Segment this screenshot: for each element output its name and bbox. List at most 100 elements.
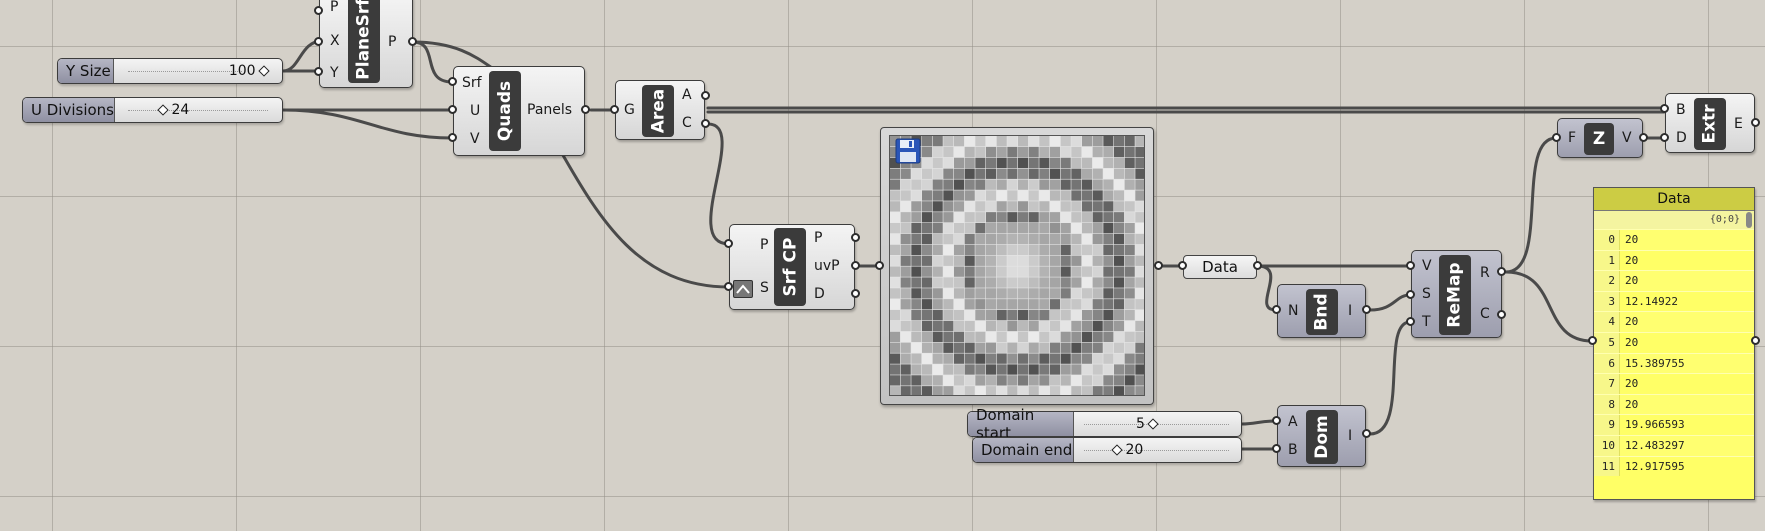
preview-box	[986, 331, 997, 343]
preview-box	[964, 146, 975, 158]
pin[interactable]	[851, 261, 860, 270]
z-component[interactable]: F Z V	[1557, 118, 1643, 158]
pin[interactable]	[1362, 305, 1371, 314]
preview-box	[1050, 244, 1061, 256]
preview-viewer[interactable]	[880, 127, 1154, 405]
preview-box	[1071, 179, 1082, 190]
preview-box	[986, 136, 997, 147]
input-p: P	[760, 237, 769, 253]
dom-component[interactable]: A B Dom I	[1277, 405, 1366, 467]
panel-row: 11 12.917595	[1594, 455, 1754, 477]
slider-track[interactable]	[1084, 450, 1229, 451]
preview-box	[986, 386, 997, 395]
pin[interactable]	[1639, 133, 1648, 142]
save-disk-icon[interactable]	[895, 138, 921, 164]
slider-track[interactable]	[128, 71, 242, 72]
slider-grip-icon[interactable]	[258, 65, 270, 77]
pin[interactable]	[1406, 261, 1415, 270]
preview-box	[1103, 331, 1114, 343]
pin[interactable]	[1272, 444, 1281, 453]
pin[interactable]	[408, 37, 417, 46]
pin[interactable]	[610, 105, 619, 114]
planesrf-component[interactable]: P X Y PlaneSrf P	[319, 0, 413, 88]
preview-box	[900, 353, 911, 364]
pin[interactable]	[851, 233, 860, 242]
pin[interactable]	[1272, 416, 1281, 425]
pin[interactable]	[448, 77, 457, 86]
pin[interactable]	[1497, 267, 1506, 276]
remap-component[interactable]: V S T ReMap R C	[1411, 250, 1502, 338]
preview-box	[1018, 353, 1029, 364]
pin[interactable]	[1751, 118, 1760, 127]
preview-box	[900, 255, 911, 266]
data-param[interactable]: Data	[1183, 255, 1257, 279]
pin[interactable]	[1660, 104, 1669, 113]
reparameterize-icon[interactable]	[733, 280, 753, 298]
row-index: 3	[1594, 291, 1620, 312]
srfcp-component[interactable]: P S Srf CP P uvP D	[729, 224, 855, 310]
preview-box	[922, 201, 933, 212]
quads-component[interactable]: Srf U V Quads Panels	[453, 66, 585, 156]
bnd-component[interactable]: N Bnd I	[1277, 284, 1366, 338]
pin[interactable]	[875, 261, 884, 270]
pin[interactable]	[314, 37, 323, 46]
panel-scrollbar[interactable]	[1746, 212, 1752, 228]
pin[interactable]	[1362, 429, 1371, 438]
preview-box	[1007, 353, 1018, 364]
preview-box	[1114, 310, 1125, 321]
preview-box	[964, 136, 975, 147]
pin[interactable]	[581, 105, 590, 114]
pin[interactable]	[448, 133, 457, 142]
preview-box	[890, 375, 901, 386]
preview-box	[1103, 146, 1114, 158]
preview-box	[986, 244, 997, 256]
pin[interactable]	[851, 289, 860, 298]
preview-box	[996, 168, 1007, 179]
slider-track[interactable]	[128, 110, 268, 111]
wire-area-srfcp	[706, 122, 731, 246]
slider-grip-icon[interactable]	[157, 104, 169, 116]
preview-box	[954, 233, 965, 245]
pin[interactable]	[1497, 310, 1506, 319]
preview-box	[932, 233, 943, 245]
pin[interactable]	[1272, 305, 1281, 314]
slider-grip-icon[interactable]	[1147, 418, 1160, 430]
pin[interactable]	[1588, 336, 1597, 345]
preview-box	[1124, 375, 1135, 386]
preview-box	[1092, 244, 1103, 256]
pin[interactable]	[314, 67, 323, 76]
pin[interactable]	[701, 91, 710, 100]
data-panel[interactable]: Data {0;0} 0 20 1 20 2 20 3 12.14922 4 20 5 20 6 15.3…	[1593, 187, 1755, 500]
domain-end-slider[interactable]: Domain end 20	[972, 437, 1242, 463]
preview-box	[1082, 223, 1093, 234]
preview-box	[1050, 190, 1061, 201]
pin[interactable]	[1253, 261, 1262, 270]
preview-box	[1103, 277, 1114, 288]
pin[interactable]	[1154, 261, 1163, 270]
y-size-slider[interactable]: Y Size 100	[57, 58, 283, 84]
preview-box	[1114, 364, 1125, 375]
slider-grip-icon[interactable]	[1111, 444, 1123, 456]
preview-screen	[889, 135, 1145, 396]
preview-box	[1039, 233, 1050, 245]
pin[interactable]	[1751, 336, 1760, 345]
preview-box	[1071, 212, 1082, 223]
u-divisions-slider[interactable]: U Divisions 24	[22, 97, 283, 123]
preview-box	[1007, 255, 1018, 266]
pin[interactable]	[724, 239, 733, 248]
extr-component[interactable]: B D Extr E	[1665, 93, 1755, 153]
pin[interactable]	[1660, 133, 1669, 142]
preview-box	[1124, 320, 1135, 332]
pin[interactable]	[314, 6, 323, 15]
area-component[interactable]: G Area A C	[615, 80, 705, 140]
pin[interactable]	[448, 105, 457, 114]
preview-box	[1124, 364, 1135, 375]
pin[interactable]	[701, 119, 710, 128]
pin[interactable]	[1178, 261, 1187, 270]
pin[interactable]	[1552, 133, 1561, 142]
domain-start-slider[interactable]: Domain start 5	[967, 406, 1242, 442]
pin[interactable]	[1406, 317, 1415, 326]
pin[interactable]	[724, 282, 733, 291]
preview-box	[1114, 375, 1125, 386]
pin[interactable]	[1406, 290, 1415, 299]
